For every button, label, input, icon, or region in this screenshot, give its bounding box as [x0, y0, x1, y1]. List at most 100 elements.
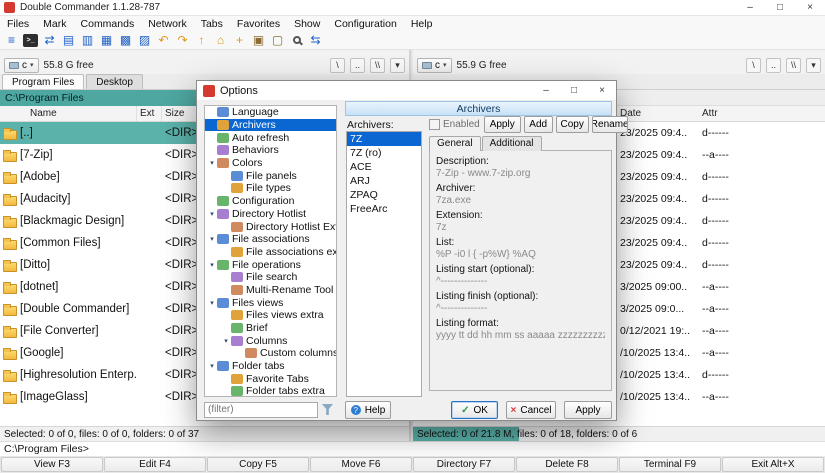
unpack-icon[interactable]: ▢	[269, 32, 286, 48]
enabled-checkbox[interactable]	[429, 118, 440, 130]
left-drive-select[interactable]: c ▾	[4, 57, 39, 73]
fkey-terminal-f9[interactable]: Terminal F9	[619, 457, 721, 472]
tree-item-language[interactable]: Language	[205, 106, 336, 119]
tree-item-directory-hotlist[interactable]: ▾ Directory Hotlist	[205, 208, 336, 221]
tab-additional[interactable]: Additional	[481, 136, 542, 151]
field-value[interactable]: yyyy tt dd hh mm ss aaaaa zzzzzzzzzzzz p…	[436, 330, 605, 341]
tree-item-folder-tabs[interactable]: ▾ Folder tabs	[205, 360, 336, 373]
fkey-view-f3[interactable]: View F3	[1, 457, 103, 472]
tree-item-auto-refresh[interactable]: Auto refresh	[205, 131, 336, 144]
help-button[interactable]: ? Help	[345, 401, 391, 419]
left-history-dropdown[interactable]: ▾	[390, 57, 405, 73]
apply-button[interactable]: Apply	[564, 401, 612, 419]
right-drive-select[interactable]: c ▾	[417, 57, 452, 73]
archiver-item-ace[interactable]: ACE	[347, 160, 421, 174]
command-line-input[interactable]	[90, 442, 825, 456]
root-dir-icon[interactable]: ⌂	[212, 32, 229, 48]
tree-item-configuration[interactable]: Configuration	[205, 195, 336, 208]
full-view-icon[interactable]: ▥	[79, 32, 96, 48]
tab-desktop[interactable]: Desktop	[86, 74, 143, 89]
column-attr[interactable]: Attr	[702, 106, 718, 121]
fkey-move-f6[interactable]: Move F6	[310, 457, 412, 472]
tree-item-archivers[interactable]: Archivers	[205, 118, 336, 132]
fkey-directory-f7[interactable]: Directory F7	[413, 457, 515, 472]
archiver-rename-button[interactable]: Rename	[591, 115, 628, 133]
tree-item-folder-tabs-extra[interactable]: Folder tabs extra	[205, 385, 336, 396]
column-ext[interactable]: Ext	[137, 106, 162, 121]
parent-dir-icon[interactable]: ↑	[193, 32, 210, 48]
menu-network[interactable]: Network	[141, 18, 194, 30]
archiver-item-arj[interactable]: ARJ	[347, 174, 421, 188]
close-button[interactable]: ×	[795, 0, 825, 15]
tree-item-custom-columns[interactable]: Custom columns	[205, 347, 336, 360]
tab-general[interactable]: General	[429, 136, 481, 151]
fkey-delete-f8[interactable]: Delete F8	[516, 457, 618, 472]
maximize-button[interactable]: □	[765, 0, 795, 15]
cancel-button[interactable]: × Cancel	[506, 401, 556, 419]
archiver-item-7z-ro[interactable]: 7Z (ro)	[347, 146, 421, 160]
menu-configuration[interactable]: Configuration	[327, 18, 403, 30]
menu-files[interactable]: Files	[0, 18, 36, 30]
menu-mark[interactable]: Mark	[36, 18, 73, 30]
tree-item-file-panels[interactable]: File panels	[205, 169, 336, 182]
field-value[interactable]: 7-Zip - www.7-zip.org	[436, 168, 605, 179]
tree-item-behaviors[interactable]: Behaviors	[205, 144, 336, 157]
tab-program-files[interactable]: Program Files	[2, 74, 85, 89]
archiver-item-7z[interactable]: 7Z	[347, 132, 421, 146]
right-root-dir-button[interactable]: \	[746, 57, 761, 73]
fkey-copy-f5[interactable]: Copy F5	[207, 457, 309, 472]
tree-item-files-views-extra[interactable]: Files views extra	[205, 309, 336, 322]
menu-icon[interactable]: ≡	[3, 32, 20, 48]
ok-button[interactable]: ✓ OK	[451, 401, 498, 419]
column-name[interactable]: Name	[0, 106, 137, 121]
search-icon[interactable]	[288, 32, 305, 48]
right-history-dropdown[interactable]: ▾	[806, 57, 821, 73]
tree-item-columns[interactable]: ▾ Columns	[205, 334, 336, 347]
thumbnails-view-icon[interactable]: ▩	[117, 32, 134, 48]
field-value[interactable]: 7za.exe	[436, 195, 605, 206]
tree-item-file-search[interactable]: File search	[205, 271, 336, 284]
tree-item-colors[interactable]: ▾ Colors	[205, 157, 336, 170]
back-icon[interactable]: ↶	[155, 32, 172, 48]
field-value[interactable]: %P -i0 l { -p%W} %AQ	[436, 249, 605, 260]
tree-item-directory-hotlist-extra[interactable]: Directory Hotlist Extra	[205, 220, 336, 233]
archiver-copy-button[interactable]: Copy	[555, 115, 589, 133]
pack-icon[interactable]: ▣	[250, 32, 267, 48]
tree-item-brief[interactable]: Brief	[205, 322, 336, 335]
tree-item-multi-rename-tool[interactable]: Multi-Rename Tool	[205, 284, 336, 297]
field-value[interactable]: ^--------------	[436, 303, 605, 314]
tree-filter-input[interactable]	[204, 401, 318, 418]
dialog-maximize-button[interactable]: □	[560, 81, 588, 100]
archiver-item-zpaq[interactable]: ZPAQ	[347, 188, 421, 202]
terminal-icon[interactable]: >_	[23, 33, 38, 47]
field-value[interactable]: ^--------------	[436, 276, 605, 287]
dialog-minimize-button[interactable]: –	[532, 81, 560, 100]
swap-panels-icon[interactable]: ⇄	[41, 32, 58, 48]
tree-item-files-views[interactable]: ▾ Files views	[205, 296, 336, 309]
menu-help[interactable]: Help	[404, 18, 440, 30]
tree-item-file-operations[interactable]: ▾ File operations	[205, 258, 336, 271]
tree-item-file-types[interactable]: File types	[205, 182, 336, 195]
brief-view-icon[interactable]: ▤	[60, 32, 77, 48]
column-size[interactable]: Size	[162, 106, 198, 121]
tree-item-favorite-tabs[interactable]: Favorite Tabs	[205, 372, 336, 385]
right-parent-dir-button[interactable]: ..	[766, 57, 781, 73]
archiver-item-freearc[interactable]: FreeArc	[347, 202, 421, 216]
left-root-dir-button[interactable]: \	[330, 57, 345, 73]
flat-view-icon[interactable]: ▨	[136, 32, 153, 48]
dialog-close-button[interactable]: ×	[588, 81, 616, 100]
menu-favorites[interactable]: Favorites	[230, 18, 287, 30]
archiver-apply-button[interactable]: Apply	[483, 115, 521, 133]
menu-commands[interactable]: Commands	[74, 18, 142, 30]
fkey-exit-altx[interactable]: Exit Alt+X	[722, 457, 824, 472]
menu-show[interactable]: Show	[287, 18, 327, 30]
tree-item-file-associations[interactable]: ▾ File associations	[205, 233, 336, 246]
left-network-button[interactable]: \\	[370, 57, 385, 73]
forward-icon[interactable]: ↷	[174, 32, 191, 48]
minimize-button[interactable]: –	[735, 0, 765, 15]
tree-item-file-associations-extra[interactable]: File associations extra	[205, 246, 336, 259]
field-value[interactable]: 7z	[436, 222, 605, 233]
menu-tabs[interactable]: Tabs	[194, 18, 230, 30]
archiver-add-button[interactable]: Add	[523, 115, 553, 133]
columns-view-icon[interactable]: ▦	[98, 32, 115, 48]
